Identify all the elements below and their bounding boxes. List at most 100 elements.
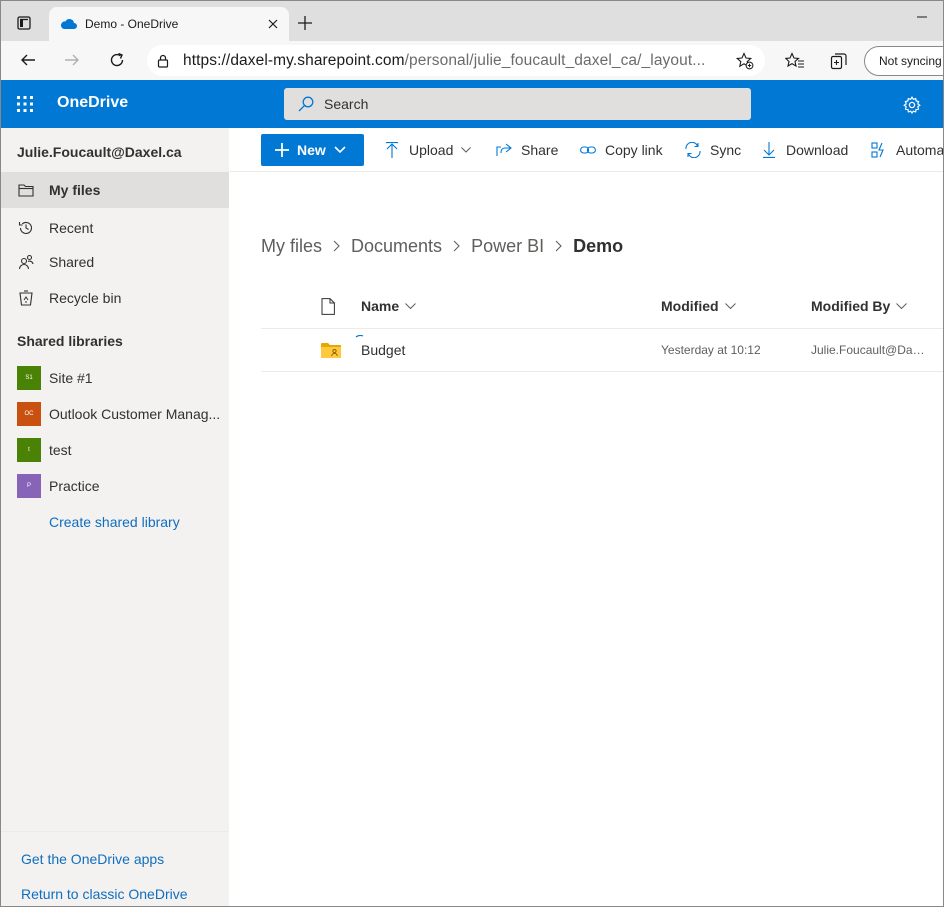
nav-label: Recycle bin (49, 290, 122, 306)
url-host: https://daxel-my.sharepoint.com (183, 51, 405, 69)
column-header-modified[interactable]: Modified (661, 298, 736, 314)
nav-item-shared[interactable]: Shared (1, 244, 229, 280)
breadcrumb-current: Demo (573, 235, 624, 256)
minimize-button[interactable] (907, 5, 937, 29)
table-row[interactable]: Budget Yesterday at 10:12 Julie.Foucault… (261, 329, 943, 372)
share-button[interactable]: Share (495, 139, 558, 161)
breadcrumb: My files Documents Power BI Demo (261, 233, 623, 259)
url-path: /personal/julie_foucault_daxel_ca/_layou… (404, 51, 706, 69)
people-icon (17, 253, 35, 271)
link-icon (579, 141, 597, 159)
library-label: Practice (49, 478, 100, 494)
file-type-icon[interactable] (321, 298, 335, 320)
user-name: Julie.Foucault@Daxel.ca (17, 144, 182, 160)
library-item-outlook-customer[interactable]: OC Outlook Customer Manag... (1, 396, 229, 432)
column-header-modified-by[interactable]: Modified By (811, 298, 908, 314)
left-nav-footer: Get the OneDrive apps Return to classic … (1, 831, 229, 906)
plus-icon (275, 143, 289, 157)
star-add-icon (736, 52, 754, 70)
library-item-practice[interactable]: P Practice (1, 468, 229, 504)
upload-icon (383, 141, 401, 159)
app-name-link[interactable]: OneDrive (57, 94, 128, 112)
get-onedrive-apps-link[interactable]: Get the OneDrive apps (21, 851, 164, 867)
upload-button[interactable]: Upload (383, 139, 472, 161)
command-bar: New Upload Share Copy link Sync Download… (229, 128, 943, 172)
sync-button[interactable]: Sync (684, 139, 741, 161)
waffle-icon (17, 96, 33, 112)
nav-item-recycle-bin[interactable]: Recycle bin (1, 280, 229, 316)
automate-button[interactable]: Automate (870, 139, 943, 161)
forward-button[interactable] (57, 46, 87, 74)
breadcrumb-power-bi[interactable]: Power BI (471, 236, 544, 257)
tab-actions-button[interactable] (9, 9, 39, 37)
add-favorite-button[interactable] (733, 49, 757, 73)
refresh-icon (110, 52, 124, 67)
forward-arrow-icon (65, 54, 79, 66)
browser-tab[interactable]: Demo - OneDrive (49, 7, 289, 41)
file-name[interactable]: Budget (361, 342, 405, 358)
breadcrumb-documents[interactable]: Documents (351, 236, 442, 257)
chevron-down-icon (896, 302, 908, 310)
file-modified-by: Julie.Foucault@Daxel.ca (811, 343, 926, 357)
left-navigation: Julie.Foucault@Daxel.ca My files Recent … (1, 128, 229, 906)
nav-label: My files (49, 182, 101, 198)
tab-strip: Demo - OneDrive (1, 1, 943, 41)
file-modified: Yesterday at 10:12 (661, 343, 761, 357)
app-launcher-button[interactable] (13, 92, 37, 116)
plus-icon (298, 16, 312, 30)
back-arrow-icon (21, 54, 35, 66)
browser-toolbar: https://daxel-my.sharepoint.com/personal… (1, 41, 943, 80)
back-button[interactable] (13, 46, 43, 74)
library-badge: P (17, 474, 41, 498)
breadcrumb-my-files[interactable]: My files (261, 236, 322, 257)
chevron-down-icon (405, 302, 416, 310)
library-item-site-1[interactable]: S1 Site #1 (1, 360, 229, 396)
create-shared-library-link[interactable]: Create shared library (49, 514, 180, 530)
download-button[interactable]: Download (760, 139, 848, 161)
favorites-button[interactable] (781, 47, 809, 75)
nav-item-recent[interactable]: Recent (1, 210, 229, 246)
library-item-test[interactable]: t test (1, 432, 229, 468)
column-header-name[interactable]: Name (361, 298, 416, 314)
chevron-right-icon (453, 240, 460, 252)
onedrive-cloud-icon (60, 19, 77, 29)
profile-sync-button[interactable]: Not syncing (864, 46, 943, 76)
gear-icon (903, 96, 921, 114)
download-icon (760, 141, 778, 159)
nav-label: Shared (49, 254, 95, 270)
tab-close-button[interactable] (259, 10, 287, 38)
nav-label: Recent (49, 220, 94, 236)
address-bar[interactable]: https://daxel-my.sharepoint.com/personal… (147, 45, 765, 76)
collections-button[interactable] (825, 47, 853, 75)
library-label: Outlook Customer Manag... (49, 406, 221, 422)
suite-header: OneDrive Search (1, 80, 943, 128)
new-button[interactable]: New (261, 134, 364, 166)
chevron-right-icon (555, 240, 562, 252)
column-label: Modified By (811, 298, 891, 314)
chevron-down-icon (461, 147, 472, 153)
library-badge: OC (17, 402, 41, 426)
new-tab-button[interactable] (291, 9, 319, 37)
share-label: Share (521, 142, 559, 158)
tab-actions-icon (17, 16, 31, 30)
settings-button[interactable] (899, 92, 925, 118)
return-classic-link[interactable]: Return to classic OneDrive (21, 886, 188, 902)
lock-icon (157, 54, 169, 68)
copy-link-label: Copy link (605, 142, 663, 158)
search-placeholder: Search (324, 96, 369, 112)
library-label: test (49, 442, 72, 458)
copy-link-button[interactable]: Copy link (579, 139, 663, 161)
folder-icon (17, 181, 35, 199)
history-icon (17, 219, 35, 237)
upload-label: Upload (409, 142, 454, 158)
share-icon (495, 141, 513, 159)
search-box[interactable]: Search (284, 88, 751, 120)
refresh-button[interactable] (102, 46, 132, 74)
library-badge: t (17, 438, 41, 462)
url-text: https://daxel-my.sharepoint.com/personal… (183, 52, 713, 70)
sync-icon (684, 141, 702, 159)
chevron-right-icon (333, 240, 340, 252)
new-label: New (297, 142, 326, 158)
collections-icon (830, 53, 847, 70)
nav-item-my-files[interactable]: My files (1, 172, 229, 208)
